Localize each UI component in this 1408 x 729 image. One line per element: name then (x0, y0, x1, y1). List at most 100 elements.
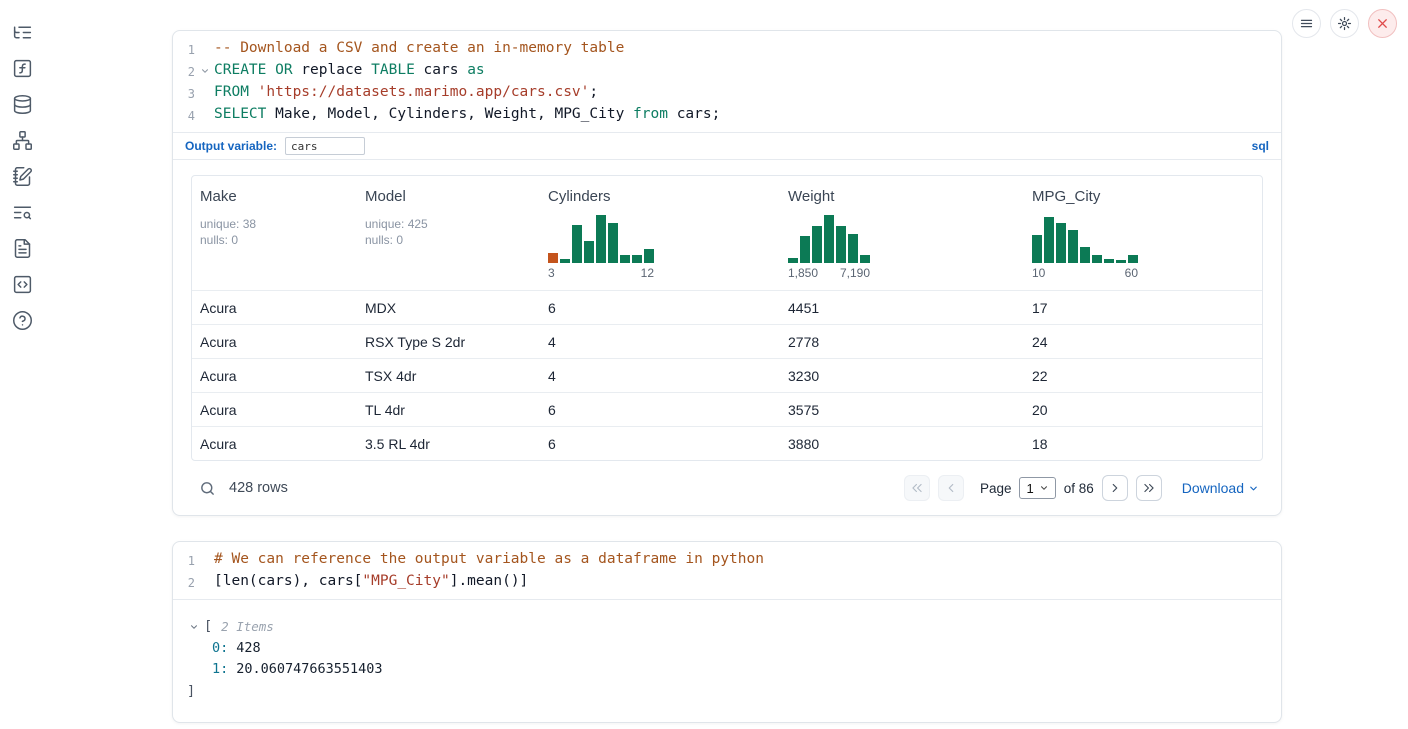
download-button[interactable]: Download (1182, 480, 1259, 496)
column-label[interactable]: Cylinders (548, 188, 611, 205)
histogram-block: 1,850 7,190 (788, 208, 870, 280)
prev-page-button[interactable] (938, 475, 964, 501)
file-text-icon (12, 238, 33, 259)
sidebar-logs-button[interactable] (9, 199, 35, 225)
code-text: -- Download a CSV and create an in-memor… (214, 38, 624, 60)
table-row: Acura TL 4dr 6 3575 20 (192, 392, 1262, 426)
sidebar-file-explorer-button[interactable] (9, 19, 35, 45)
code-text: SELECT Make, Model, Cylinders, Weight, M… (214, 104, 720, 126)
items-count: 2 Items (221, 616, 274, 638)
total-pages: of 86 (1064, 481, 1094, 496)
output-variable-label: Output variable: (185, 139, 277, 153)
histogram-block: 10 60 (1032, 208, 1138, 280)
sql-cell: 1 -- Download a CSV and create an in-mem… (172, 30, 1282, 516)
notebook: 1 -- Download a CSV and create an in-mem… (172, 30, 1282, 723)
column-label[interactable]: Make (200, 188, 237, 205)
sql-editor[interactable]: 1 -- Download a CSV and create an in-mem… (173, 31, 1281, 132)
line-number: 1 (173, 38, 195, 60)
sidebar (0, 0, 44, 729)
output-variable-row: Output variable: sql (173, 132, 1281, 159)
next-page-button[interactable] (1102, 475, 1128, 501)
table-footer: 428 rows Page 1 of 86 (191, 461, 1263, 509)
last-page-button[interactable] (1136, 475, 1162, 501)
data-table: Make unique: 38 nulls: 0 Model unique: 4… (191, 175, 1263, 461)
sidebar-help-button[interactable] (9, 307, 35, 333)
gutter (195, 60, 214, 82)
settings-button[interactable] (1330, 9, 1359, 38)
collapse-toggle-button[interactable] (187, 620, 201, 634)
chevron-down-icon (1039, 483, 1049, 493)
square-code-icon (12, 274, 33, 295)
tree-root-line: [ 2 Items (187, 616, 1267, 638)
sidebar-datasources-button[interactable] (9, 91, 35, 117)
notebook-pen-icon (12, 166, 33, 187)
shutdown-button[interactable] (1368, 9, 1397, 38)
gutter (195, 549, 214, 571)
column-label[interactable]: Weight (788, 188, 834, 205)
chevron-down-icon (189, 622, 199, 632)
tree-item: 0: 428 (187, 638, 1267, 660)
line-number: 3 (173, 82, 195, 104)
gutter (195, 571, 214, 593)
notebook-menu-button[interactable] (1292, 9, 1321, 38)
page-select-value: 1 (1026, 481, 1033, 496)
page-select[interactable]: 1 (1019, 477, 1055, 499)
python-cell: 1 # We can reference the output variable… (172, 541, 1282, 723)
search-icon (199, 480, 216, 497)
line-number: 2 (173, 571, 195, 593)
database-icon (12, 94, 33, 115)
chevron-right-icon (1108, 481, 1122, 495)
row-count: 428 rows (229, 480, 288, 496)
python-editor[interactable]: 1 # We can reference the output variable… (173, 542, 1281, 599)
mpg-city-histogram (1032, 208, 1138, 263)
sidebar-snippets-button[interactable] (9, 271, 35, 297)
code-line: 2 [len(cars), cars["MPG_City"].mean()] (173, 571, 1281, 593)
code-line: 3 FROM 'https://datasets.marimo.app/cars… (173, 82, 1281, 104)
table-header-row: Make unique: 38 nulls: 0 Model unique: 4… (192, 176, 1262, 290)
table-row: Acura MDX 6 4451 17 (192, 290, 1262, 324)
output-variable-input[interactable] (285, 137, 365, 155)
sidebar-variables-button[interactable] (9, 55, 35, 81)
code-text: FROM 'https://datasets.marimo.app/cars.c… (214, 82, 598, 104)
weight-histogram (788, 208, 870, 263)
tree-item-key: 0: (212, 638, 228, 660)
line-number: 2 (173, 60, 195, 82)
column-label[interactable]: Model (365, 188, 406, 205)
circle-help-icon (12, 310, 33, 331)
tree-item: 1: 20.060747663551403 (187, 659, 1267, 681)
language-badge: sql (1252, 139, 1269, 153)
sidebar-scratchpad-button[interactable] (9, 163, 35, 189)
sidebar-documentation-button[interactable] (9, 235, 35, 261)
first-page-button[interactable] (904, 475, 930, 501)
sidebar-dependency-graph-button[interactable] (9, 127, 35, 153)
fold-chevron-icon[interactable] (200, 66, 210, 76)
column-header-cylinders: Cylinders 3 12 (540, 176, 780, 290)
tree-item-value: 20.060747663551403 (236, 659, 382, 681)
line-number: 4 (173, 104, 195, 126)
cylinders-histogram (548, 208, 654, 263)
column-header-model: Model unique: 425 nulls: 0 (357, 176, 540, 290)
gear-icon (1337, 16, 1352, 31)
column-header-mpg-city: MPG_City 10 60 (1024, 176, 1262, 290)
column-stats: unique: 425 nulls: 0 (365, 216, 532, 248)
table-search-button[interactable] (195, 476, 219, 500)
histogram-range: 3 12 (548, 266, 654, 280)
code-text: [len(cars), cars["MPG_City"].mean()] (214, 571, 528, 593)
code-line: 4 SELECT Make, Model, Cylinders, Weight,… (173, 104, 1281, 126)
python-cell-output: [ 2 Items 0: 428 1: 20.060747663551403 ] (173, 599, 1281, 722)
network-icon (12, 130, 33, 151)
table-row: Acura TSX 4dr 4 3230 22 (192, 358, 1262, 392)
chevron-down-icon (1248, 483, 1259, 494)
open-bracket: [ (204, 616, 212, 638)
column-header-weight: Weight 1,850 7,190 (780, 176, 1024, 290)
code-text: CREATE OR replace TABLE cars as (214, 60, 485, 82)
tree-item-key: 1: (212, 659, 228, 681)
sql-cell-output: Make unique: 38 nulls: 0 Model unique: 4… (173, 159, 1281, 515)
close-bracket: ] (187, 681, 195, 703)
column-label[interactable]: MPG_City (1032, 188, 1100, 205)
hamburger-menu-icon (1299, 16, 1314, 31)
gutter (195, 38, 214, 60)
column-header-make: Make unique: 38 nulls: 0 (192, 176, 357, 290)
tree-close-line: ] (187, 681, 1267, 703)
line-number: 1 (173, 549, 195, 571)
